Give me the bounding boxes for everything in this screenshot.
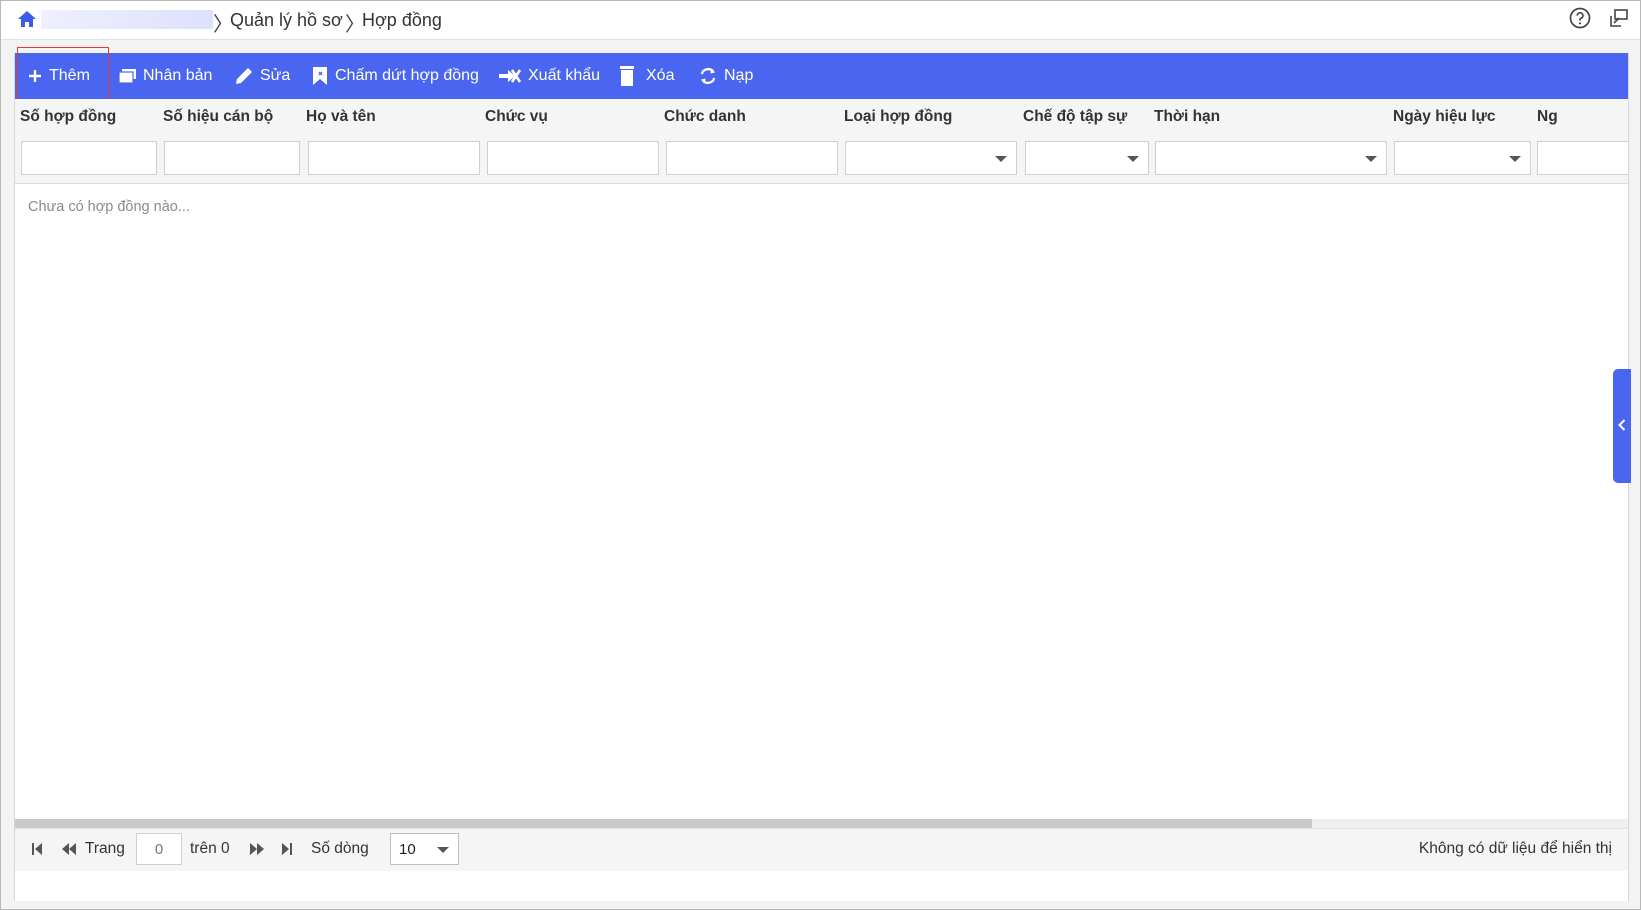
edit-button-label: Sửa	[260, 67, 291, 84]
bookmark-icon	[313, 67, 327, 85]
last-page-icon[interactable]	[280, 841, 294, 857]
breadcrumb-item-ho-so[interactable]: Quản lý hồ sơ	[230, 10, 343, 31]
pager-bar: Trang trên 0 Số dòng 10 Không có dữ liệu…	[15, 828, 1628, 871]
filter-che-do-tap-su-dropdown[interactable]	[1025, 141, 1149, 175]
reload-button[interactable]: Nạp	[698, 53, 753, 99]
export-button[interactable]: Xuất khẩu	[498, 53, 600, 99]
toolbar: Thêm Nhân bản Sửa Chấm dứt hợp đồng Xuất…	[15, 47, 1628, 103]
grid-header-row: Số hợp đồng Số hiệu cán bộ Họ và tên Chứ…	[15, 99, 1628, 136]
column-header-loai-hop-dong[interactable]: Loại hợp đồng	[844, 108, 952, 126]
chevron-down-icon	[1127, 156, 1139, 162]
first-page-icon[interactable]	[30, 841, 44, 857]
delete-button-label: Xóa	[646, 67, 675, 84]
help-icon[interactable]	[1569, 7, 1591, 29]
delete-button[interactable]: Xóa	[618, 53, 674, 99]
breadcrumb-root-redacted[interactable]	[41, 10, 213, 29]
breadcrumb-item-hop-dong: Hợp đồng	[362, 10, 442, 30]
column-header-so-hop-dong[interactable]: Số hợp đồng	[20, 108, 116, 126]
column-header-ngay-hieu-luc[interactable]: Ngày hiệu lực	[1393, 108, 1496, 126]
duplicate-button-label: Nhân bản	[143, 67, 213, 84]
trash-icon	[620, 66, 634, 86]
filter-thoi-han-dropdown[interactable]	[1155, 141, 1387, 175]
next-page-icon[interactable]	[248, 841, 266, 857]
export-icon	[499, 69, 522, 83]
filter-ho-va-ten[interactable]	[308, 141, 480, 175]
column-header-che-do-tap-su[interactable]: Chế độ tập sự	[1023, 108, 1127, 126]
column-header-ho-va-ten[interactable]: Họ và tên	[306, 108, 376, 126]
horizontal-scrollbar[interactable]	[15, 819, 1628, 828]
add-button[interactable]: Thêm	[27, 53, 90, 99]
empty-grid-message: Chưa có hợp đồng nào...	[28, 199, 190, 215]
reload-button-label: Nạp	[724, 67, 754, 84]
pager-status-text: Không có dữ liệu để hiển thị	[1418, 840, 1612, 857]
filter-so-hop-dong[interactable]	[21, 141, 157, 175]
window-icon[interactable]	[1609, 8, 1629, 28]
refresh-icon	[700, 68, 716, 84]
filter-ngay-hieu-luc-dropdown[interactable]	[1394, 141, 1531, 175]
filter-truncated[interactable]	[1537, 141, 1628, 175]
contract-grid-panel: Thêm Nhân bản Sửa Chấm dứt hợp đồng Xuất…	[14, 47, 1629, 901]
app-frame: 〉 Quản lý hồ sơ 〉 Hợp đồng Thêm Nhân bản…	[0, 0, 1641, 910]
rows-per-page-select[interactable]: 10	[390, 833, 459, 865]
chevron-down-icon	[1509, 156, 1521, 162]
filter-loai-hop-dong-dropdown[interactable]	[845, 141, 1017, 175]
column-header-chuc-danh[interactable]: Chức danh	[664, 108, 746, 126]
filter-chuc-danh[interactable]	[666, 141, 838, 175]
terminate-contract-button-label: Chấm dứt hợp đồng	[335, 67, 479, 84]
page-label: Trang	[85, 840, 125, 857]
column-header-truncated[interactable]: Ng	[1537, 108, 1558, 126]
column-header-thoi-han[interactable]: Thời hạn	[1154, 108, 1220, 126]
terminate-contract-button[interactable]: Chấm dứt hợp đồng	[311, 53, 479, 99]
side-panel-toggle[interactable]	[1613, 369, 1631, 483]
breadcrumb-bar: 〉 Quản lý hồ sơ 〉 Hợp đồng	[1, 1, 1640, 40]
grid-filter-row	[15, 135, 1628, 184]
chevron-down-icon	[995, 156, 1007, 162]
duplicate-button[interactable]: Nhân bản	[118, 53, 212, 99]
page-total-label: trên 0	[190, 840, 230, 857]
rows-per-page-label: Số dòng	[311, 840, 369, 857]
page-number-input[interactable]	[136, 833, 182, 865]
home-icon[interactable]	[16, 9, 38, 29]
rows-per-page-value: 10	[399, 841, 416, 858]
column-header-so-hieu-can-bo[interactable]: Số hiệu cán bộ	[163, 108, 273, 126]
filter-so-hieu-can-bo[interactable]	[164, 141, 300, 175]
export-button-label: Xuất khẩu	[528, 67, 601, 84]
edit-button[interactable]: Sửa	[234, 53, 290, 99]
chevron-down-icon	[437, 847, 449, 853]
previous-page-icon[interactable]	[60, 841, 78, 857]
chevron-down-icon	[1365, 156, 1377, 162]
copy-icon	[118, 69, 136, 84]
pencil-icon	[236, 68, 252, 84]
add-button-label: Thêm	[49, 67, 90, 84]
chevron-left-icon	[1618, 419, 1626, 431]
scrollbar-thumb[interactable]	[15, 819, 1312, 828]
column-header-chuc-vu[interactable]: Chức vụ	[485, 108, 548, 126]
plus-icon	[29, 70, 41, 82]
filter-chuc-vu[interactable]	[487, 141, 659, 175]
